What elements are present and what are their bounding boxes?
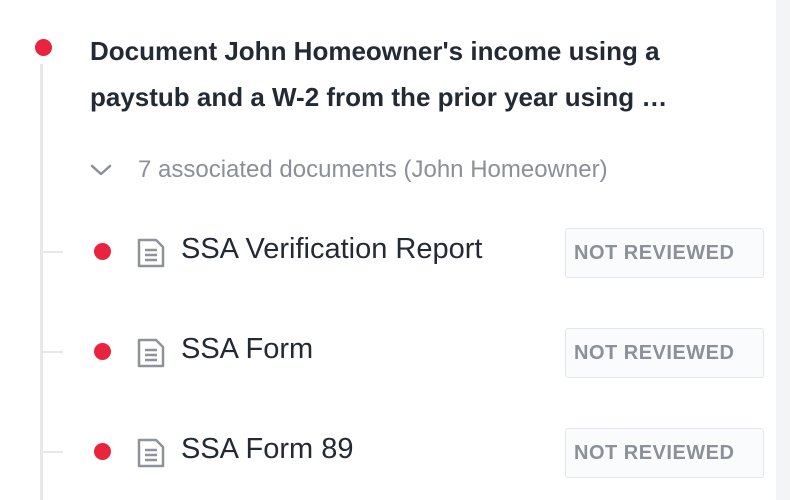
scroll-rail[interactable]	[776, 0, 790, 500]
document-row[interactable]: SSA Form 89 NOT REVIEWED	[0, 421, 776, 481]
document-row[interactable]: SSA Verification Report NOT REVIEWED	[0, 221, 776, 281]
task-title[interactable]: Document John Homeowner's income using a…	[90, 28, 760, 120]
task-title-line-2: paystub and a W-2 from the prior year us…	[90, 82, 668, 112]
associated-documents-label: 7 associated documents (John Homeowner)	[138, 156, 608, 183]
document-name[interactable]: SSA Form 89	[181, 433, 353, 466]
timeline-branch	[43, 251, 63, 253]
task-status-dot	[35, 39, 52, 56]
associated-documents-toggle[interactable]: 7 associated documents (John Homeowner)	[88, 152, 608, 188]
document-name[interactable]: SSA Verification Report	[181, 233, 482, 266]
document-status-dot	[94, 443, 111, 460]
document-icon	[136, 237, 166, 269]
document-icon	[136, 337, 166, 369]
review-status-badge: NOT REVIEWED	[565, 228, 764, 278]
task-title-line-1: Document John Homeowner's income using a	[90, 36, 660, 66]
document-name[interactable]: SSA Form	[181, 333, 313, 366]
document-row[interactable]: SSA Form NOT REVIEWED	[0, 321, 776, 381]
document-status-dot	[94, 243, 111, 260]
chevron-down-icon[interactable]	[88, 160, 114, 180]
document-icon	[136, 437, 166, 469]
review-status-badge: NOT REVIEWED	[565, 328, 764, 378]
document-status-dot	[94, 343, 111, 360]
timeline-branch	[43, 451, 63, 453]
review-status-badge: NOT REVIEWED	[565, 428, 764, 478]
timeline-branch	[43, 351, 63, 353]
